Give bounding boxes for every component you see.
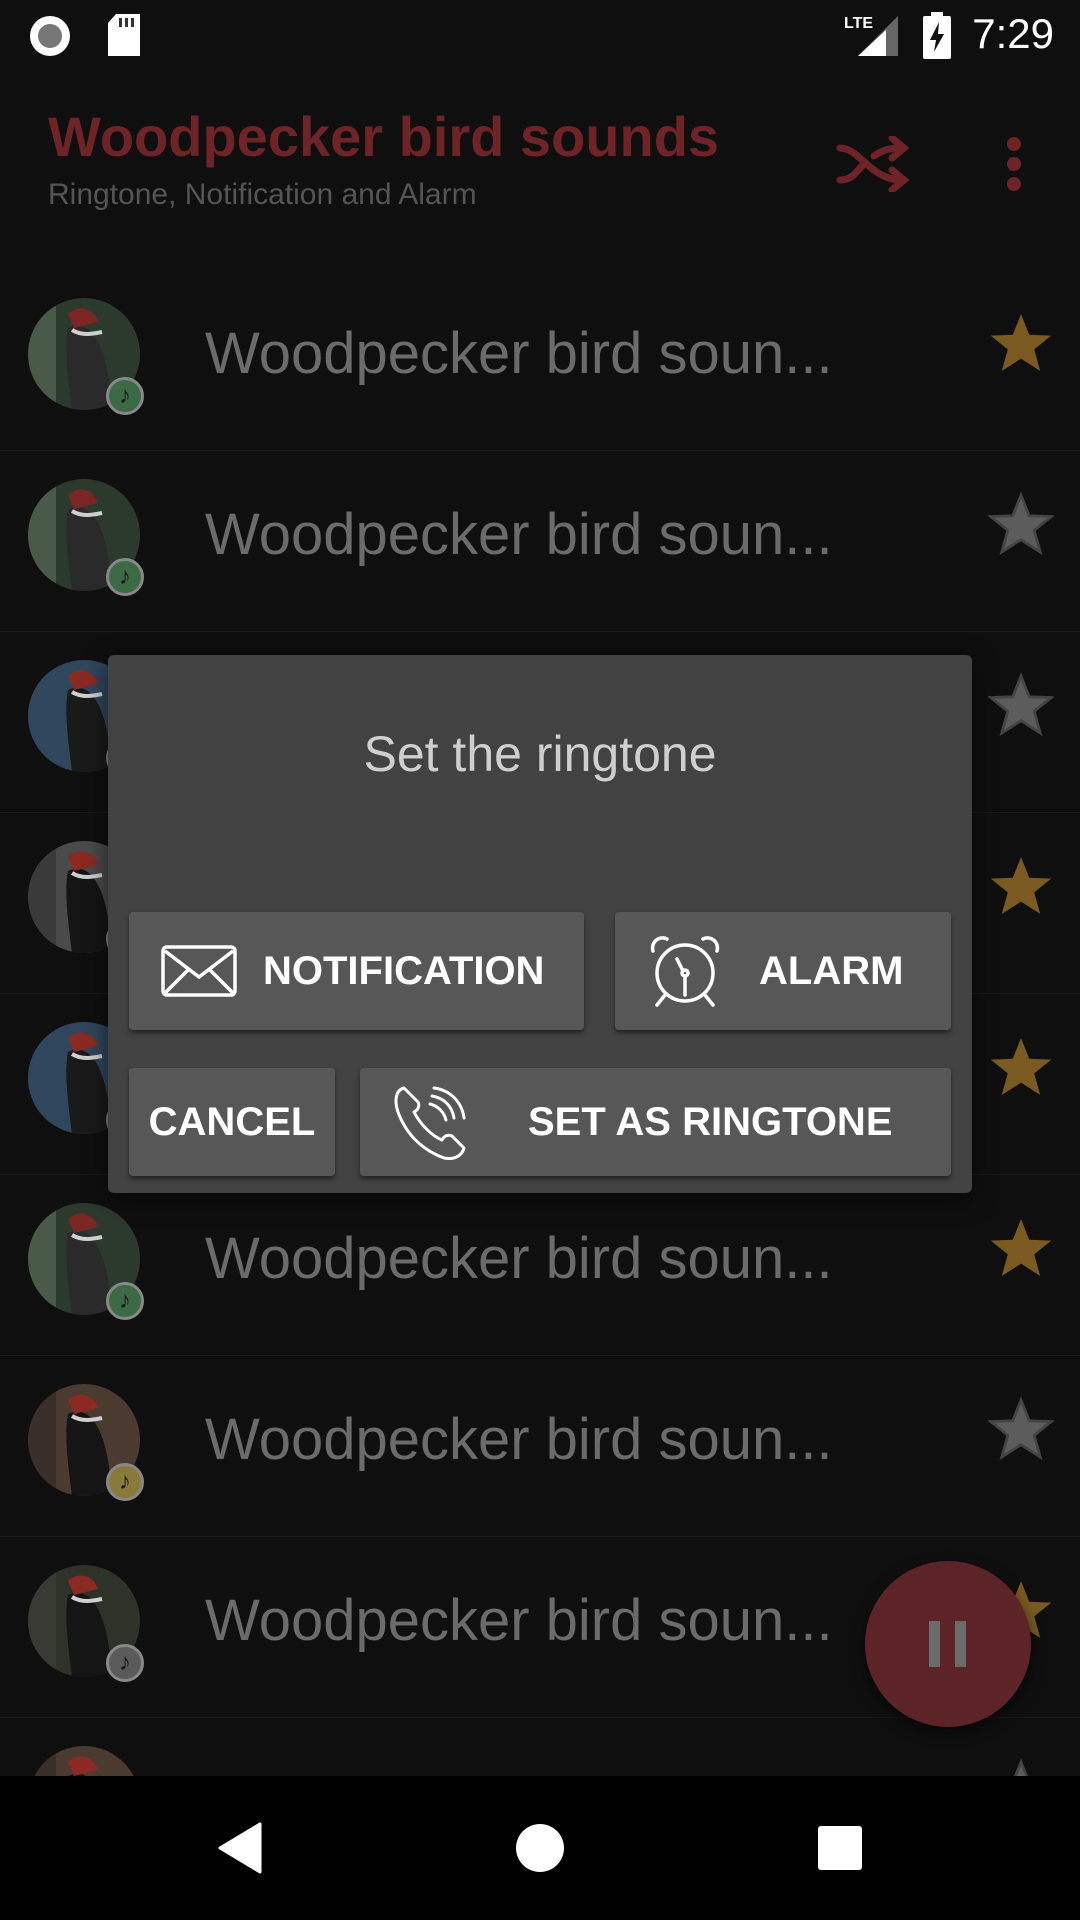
alarm-label: ALARM xyxy=(759,948,904,993)
sd-card-icon xyxy=(106,14,142,63)
pause-button[interactable] xyxy=(865,1561,1031,1727)
home-button[interactable] xyxy=(504,1812,576,1884)
favorite-star-icon[interactable] xyxy=(988,672,1054,738)
app-bar: Woodpecker bird sounds Ringtone, Notific… xyxy=(0,72,1080,252)
list-item[interactable]: ♪ Woodpecker bird soun... xyxy=(0,1356,1080,1537)
app-subtitle: Ringtone, Notification and Alarm xyxy=(48,178,477,211)
list-item[interactable]: ♪ Woodpecker bird soun... xyxy=(0,270,1080,451)
phone-ringing-icon xyxy=(394,1086,466,1160)
music-note-badge: ♪ xyxy=(106,377,144,415)
notification-label: NOTIFICATION xyxy=(263,948,545,993)
notification-button[interactable]: NOTIFICATION xyxy=(129,912,584,1030)
favorite-star-icon[interactable] xyxy=(988,310,1054,376)
home-icon xyxy=(516,1824,564,1872)
set-as-ringtone-label: SET AS RINGTONE xyxy=(528,1099,893,1144)
list-item[interactable]: ♪ Woodpecker bird soun... xyxy=(0,451,1080,632)
sound-title: Woodpecker bird soun... xyxy=(205,321,833,386)
cancel-button[interactable]: CANCEL xyxy=(129,1068,335,1176)
sound-title: Woodpecker bird soun... xyxy=(205,502,833,567)
favorite-star-icon[interactable] xyxy=(988,1034,1054,1100)
favorite-star-icon[interactable] xyxy=(988,1215,1054,1281)
shuffle-button[interactable] xyxy=(828,116,924,212)
music-note-badge: ♪ xyxy=(106,1644,144,1682)
music-note-badge: ♪ xyxy=(106,558,144,596)
alarm-clock-icon xyxy=(650,936,720,1007)
recents-icon xyxy=(818,1826,862,1870)
record-icon xyxy=(28,14,72,63)
sound-title: Woodpecker bird soun... xyxy=(205,1588,833,1653)
back-icon xyxy=(218,1822,262,1874)
app-title: Woodpecker bird sounds xyxy=(48,105,720,168)
more-vert-icon xyxy=(1007,137,1021,191)
favorite-star-icon[interactable] xyxy=(988,853,1054,919)
sound-title: Woodpecker bird soun... xyxy=(205,1226,833,1291)
favorite-star-icon[interactable] xyxy=(988,491,1054,557)
lte-signal-icon: LTE xyxy=(842,12,902,63)
envelope-icon xyxy=(161,945,237,997)
clock: 7:29 xyxy=(972,10,1054,57)
battery-charging-icon xyxy=(922,12,952,65)
favorite-star-icon[interactable] xyxy=(988,1396,1054,1462)
set-as-ringtone-button[interactable]: SET AS RINGTONE xyxy=(360,1068,951,1176)
shuffle-icon xyxy=(836,136,910,192)
back-button[interactable] xyxy=(204,1812,276,1884)
alarm-button[interactable]: ALARM xyxy=(615,912,951,1030)
dialog-title: Set the ringtone xyxy=(363,726,717,782)
set-ringtone-dialog: Set the ringtone NOTIFICATION ALARM CANC… xyxy=(108,655,972,1193)
list-item[interactable]: ♪ Woodpecker bird soun... xyxy=(0,1175,1080,1356)
music-note-badge: ♪ xyxy=(106,1463,144,1501)
recents-button[interactable] xyxy=(804,1812,876,1884)
cancel-label: CANCEL xyxy=(148,1099,316,1144)
svg-text:LTE: LTE xyxy=(844,15,873,32)
music-note-badge: ♪ xyxy=(106,1282,144,1320)
more-options-button[interactable] xyxy=(966,116,1062,212)
status-bar: LTE 7:29 xyxy=(0,0,1080,72)
navigation-bar xyxy=(0,1776,1080,1920)
sound-title: Woodpecker bird soun... xyxy=(205,1407,833,1472)
pause-icon xyxy=(929,1621,966,1667)
